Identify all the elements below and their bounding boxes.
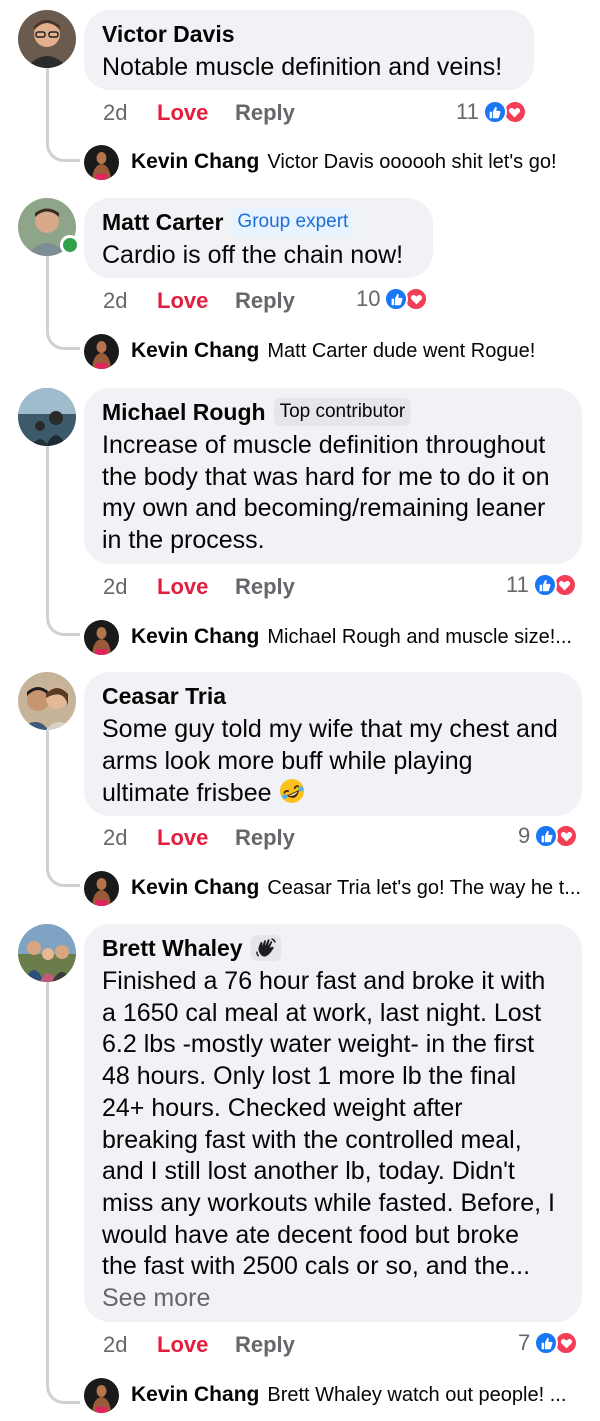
thread-line: [46, 861, 80, 887]
comment-timestamp[interactable]: 2d: [103, 100, 157, 126]
like-icon: [534, 1331, 559, 1355]
reply-text: Brett Whaley watch out people! ...: [267, 1383, 567, 1406]
comment-actions: 2d Love Reply: [103, 1330, 295, 1360]
reply-author[interactable]: Kevin Chang: [131, 1383, 259, 1407]
comment-author[interactable]: Matt Carter: [102, 209, 223, 236]
comment-author[interactable]: Ceasar Tria: [102, 683, 226, 710]
online-status-indicator: [60, 235, 80, 255]
reply-button[interactable]: Reply: [235, 288, 295, 314]
reply-button[interactable]: Reply: [235, 1332, 295, 1358]
avatar[interactable]: [18, 10, 76, 68]
comment-author[interactable]: Brett Whaley: [102, 935, 243, 962]
like-icon: [482, 100, 507, 124]
comment-text: Notable muscle definition and veins!: [102, 53, 503, 81]
reply-button[interactable]: Reply: [235, 574, 295, 600]
reply-author[interactable]: Kevin Chang: [131, 625, 259, 649]
comment-text: Cardio is off the chain now!: [102, 241, 404, 269]
comment-actions: 2d Love Reply: [103, 286, 295, 316]
reaction-count: 10: [356, 286, 381, 311]
avatar[interactable]: [84, 619, 119, 655]
love-button[interactable]: Love: [157, 1332, 235, 1358]
comment-text: Increase of muscle definition throughout…: [102, 431, 550, 555]
love-button[interactable]: Love: [157, 825, 235, 851]
reply-item[interactable]: Kevin Chang Matt Carter dude went Rogue!: [84, 333, 535, 369]
love-button[interactable]: Love: [157, 574, 235, 600]
avatar[interactable]: [84, 333, 119, 369]
reply-text: Michael Rough and muscle size!...: [267, 625, 572, 648]
reply-button[interactable]: Reply: [235, 825, 295, 851]
avatar[interactable]: [18, 388, 76, 446]
like-icon: [384, 287, 409, 311]
reaction-summary[interactable]: 11: [456, 97, 527, 127]
comment-actions: 2d Love Reply: [103, 823, 295, 853]
thread-line: [46, 68, 49, 140]
reply-item[interactable]: Kevin Chang Michael Rough and muscle siz…: [84, 619, 572, 655]
avatar[interactable]: [18, 672, 76, 730]
thread-line: [46, 1378, 80, 1404]
reply-button[interactable]: Reply: [235, 100, 295, 126]
avatar[interactable]: [84, 870, 119, 906]
thread-line: [46, 982, 49, 1382]
comment-bubble[interactable]: Brett Whaley Finished a 76 hour fast and…: [84, 924, 582, 1322]
comment-author[interactable]: Victor Davis: [102, 21, 235, 48]
reply-item[interactable]: Kevin Chang Victor Davis oooooh shit let…: [84, 144, 557, 180]
reaction-count: 7: [518, 1330, 531, 1355]
reply-author[interactable]: Kevin Chang: [131, 339, 259, 363]
comment-actions: 2d Love Reply: [103, 98, 295, 128]
avatar[interactable]: [84, 144, 119, 180]
thread-line: [46, 610, 80, 636]
reaction-summary[interactable]: 9: [518, 821, 579, 851]
comment-text-body: Some guy told my wife that my chest and …: [102, 715, 558, 808]
reaction-count: 11: [456, 99, 479, 124]
reaction-count: 11: [506, 572, 529, 597]
comment-timestamp[interactable]: 2d: [103, 1332, 157, 1358]
thread-line: [46, 256, 49, 328]
love-button[interactable]: Love: [157, 288, 235, 314]
thread-line: [46, 730, 49, 865]
comment-author[interactable]: Michael Rough: [102, 399, 266, 426]
reaction-summary[interactable]: 11: [506, 570, 577, 600]
love-button[interactable]: Love: [157, 100, 235, 126]
like-icon: [532, 573, 557, 597]
reply-author[interactable]: Kevin Chang: [131, 150, 259, 174]
comment-timestamp[interactable]: 2d: [103, 825, 157, 851]
see-more-link[interactable]: See more: [102, 1283, 564, 1314]
avatar[interactable]: [18, 924, 76, 982]
comment-bubble[interactable]: Victor Davis Notable muscle definition a…: [84, 10, 534, 90]
reaction-summary[interactable]: 10: [356, 284, 429, 314]
reply-item[interactable]: Kevin Chang Ceasar Tria let's go! The wa…: [84, 870, 581, 906]
thread-line: [46, 446, 49, 614]
reply-text: Ceasar Tria let's go! The way he t...: [267, 876, 581, 899]
comment-text: Finished a 76 hour fast and broke it wit…: [102, 967, 555, 1281]
heart-icon: [404, 287, 429, 311]
top-contributor-badge[interactable]: Top contributor: [273, 398, 412, 426]
reply-text: Victor Davis oooooh shit let's go!: [267, 150, 557, 173]
comment-actions: 2d Love Reply: [103, 572, 295, 602]
waving-hand-icon[interactable]: [250, 935, 281, 961]
avatar[interactable]: [84, 1377, 119, 1413]
reaction-summary[interactable]: 7: [518, 1328, 579, 1358]
reply-author[interactable]: Kevin Chang: [131, 876, 259, 900]
rolling-on-floor-laughing-emoji: [278, 777, 306, 814]
reply-item[interactable]: Kevin Chang Brett Whaley watch out peopl…: [84, 1377, 566, 1413]
comment-timestamp[interactable]: 2d: [103, 574, 157, 600]
comment-bubble[interactable]: Ceasar Tria Some guy told my wife that m…: [84, 672, 582, 816]
comment-timestamp[interactable]: 2d: [103, 288, 157, 314]
group-expert-badge[interactable]: Group expert: [231, 208, 355, 236]
reply-text: Matt Carter dude went Rogue!: [267, 339, 536, 362]
reaction-count: 9: [518, 823, 531, 848]
comment-bubble[interactable]: Michael Rough Top contributor Increase o…: [84, 388, 582, 564]
comment-bubble[interactable]: Matt Carter Group expert Cardio is off t…: [84, 198, 433, 278]
thread-line: [46, 324, 80, 350]
comment-text: Some guy told my wife that my chest and …: [102, 714, 564, 814]
thread-line: [46, 136, 80, 162]
like-icon: [534, 824, 559, 848]
